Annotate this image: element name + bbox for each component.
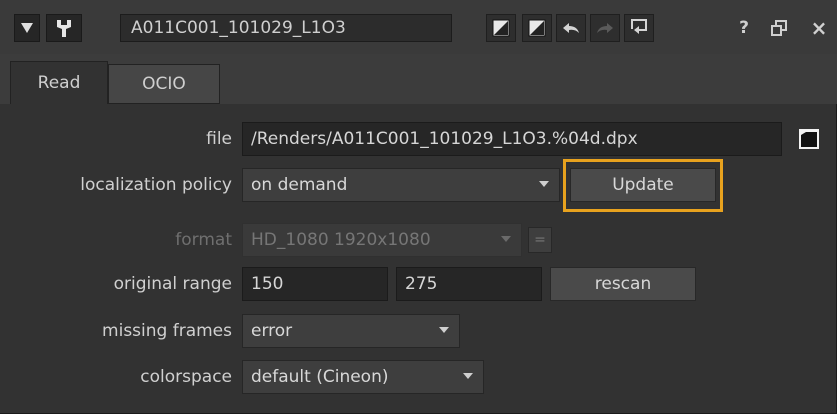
undo-icon <box>563 23 579 33</box>
localization-policy-dropdown[interactable]: on demand <box>242 168 560 202</box>
color-chip-button[interactable] <box>486 14 516 42</box>
tab-strip: Read OCIO <box>0 54 837 104</box>
wrench-icon <box>57 20 71 37</box>
missing-frames-dropdown[interactable]: error <box>242 314 460 348</box>
range-last-field[interactable]: 275 <box>396 267 542 301</box>
redo-button[interactable] <box>590 14 620 42</box>
colorspace-dropdown[interactable]: default (Cineon) <box>242 360 484 394</box>
file-browser-button[interactable] <box>796 126 822 152</box>
color-swatch-icon <box>492 19 510 37</box>
format-edit-button[interactable]: = <box>528 227 552 253</box>
chevron-down-icon <box>501 236 511 242</box>
colorspace-value: default (Cineon) <box>251 367 389 387</box>
update-highlight <box>563 159 723 212</box>
format-value: HD_1080 1920x1080 <box>251 230 431 250</box>
localization-policy-value: on demand <box>251 175 348 195</box>
revert-icon <box>631 19 647 34</box>
file-path-field[interactable]: /Renders/A011C001_101029_L1O3.%04d.dpx <box>242 122 782 156</box>
close-icon[interactable]: × <box>806 14 832 42</box>
float-panel-icon[interactable] <box>766 14 792 42</box>
undo-button[interactable] <box>556 14 586 42</box>
chevron-down-icon <box>463 373 473 379</box>
chevron-down-icon <box>439 327 449 333</box>
folder-icon <box>799 129 819 149</box>
chevron-down-icon <box>539 181 549 187</box>
triangle-down-icon <box>21 23 33 33</box>
format-label: format <box>175 230 232 250</box>
collapse-toggle[interactable] <box>14 14 40 42</box>
float-window-icon <box>771 20 787 36</box>
localization-policy-label: localization policy <box>80 175 232 195</box>
missing-frames-value: error <box>251 321 293 341</box>
tile-color-button[interactable] <box>522 14 552 42</box>
node-name-field[interactable]: A011C001_101029_L1O3 <box>120 14 452 42</box>
format-dropdown[interactable]: HD_1080 1920x1080 <box>242 223 522 257</box>
rescan-button[interactable]: rescan <box>550 267 696 301</box>
colorspace-label: colorspace <box>140 367 232 387</box>
missing-frames-label: missing frames <box>102 321 232 341</box>
original-range-label: original range <box>113 274 232 294</box>
help-icon[interactable]: ? <box>732 14 756 42</box>
redo-icon <box>597 23 613 33</box>
node-settings-button[interactable] <box>46 14 82 42</box>
range-first-field[interactable]: 150 <box>242 267 388 301</box>
tab-ocio[interactable]: OCIO <box>108 64 220 104</box>
file-label: file <box>206 129 232 149</box>
revert-button[interactable] <box>624 14 654 42</box>
node-properties-panel: A011C001_101029_L1O3 ? × Read OCIO file … <box>0 0 837 414</box>
title-bar: A011C001_101029_L1O3 ? × <box>0 0 837 55</box>
color-swatch-icon <box>528 19 546 37</box>
tab-read[interactable]: Read <box>10 61 108 104</box>
